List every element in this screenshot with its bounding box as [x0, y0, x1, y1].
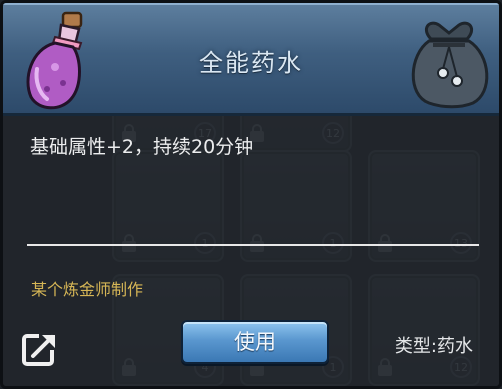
tooltip-body: 基础属性+2，持续20分钟 某个炼金师制作 使用 类型:药水 — [3, 116, 499, 386]
divider — [27, 244, 479, 246]
item-type-label: 类型:药水 — [394, 336, 473, 357]
pouch-bag-icon — [411, 21, 489, 109]
use-button[interactable]: 使用 — [181, 320, 329, 364]
tooltip-header: 全能药水 — [3, 3, 499, 116]
crafter-text: 某个炼金师制作 — [31, 280, 144, 299]
item-tooltip: 全能药水 基础属性+2，持续20分钟 某个炼金师制作 使用 类型:药水 — [0, 0, 502, 389]
share-arrow-icon[interactable] — [21, 330, 59, 368]
item-description: 基础属性+2，持续20分钟 — [30, 136, 254, 158]
